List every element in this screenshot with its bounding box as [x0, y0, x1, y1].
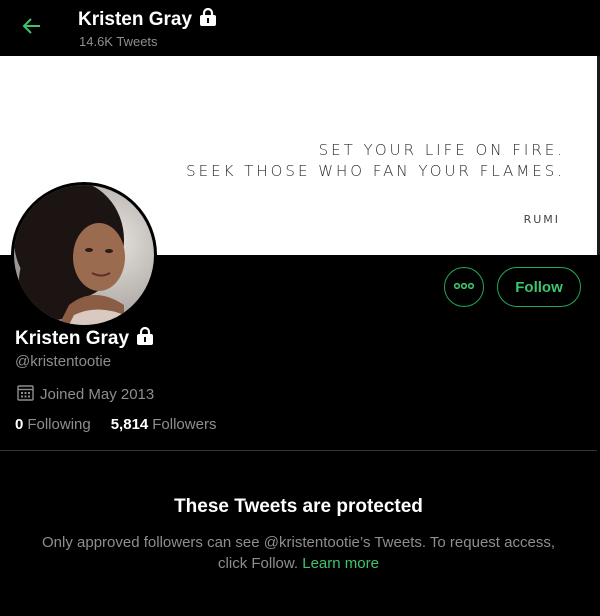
follow-button[interactable]: Follow [497, 267, 581, 307]
followers-count: 5,814 [110, 416, 149, 433]
protected-message: Only approved followers can see @kristen… [42, 534, 555, 572]
header-name: Kristen Gray [78, 9, 193, 30]
following-count: 0 [15, 416, 24, 433]
followers-link[interactable]: 5,814 Followers [111, 416, 217, 433]
protected-title: These Tweets are protected [174, 496, 423, 517]
more-options-button[interactable] [444, 267, 484, 307]
following-link[interactable]: 0 Following [15, 416, 91, 433]
profile-name: Kristen Gray [15, 328, 130, 349]
tweet-count: 14.6K Tweets [79, 34, 158, 49]
joined-date: Joined May 2013 [17, 384, 154, 405]
divider [0, 450, 597, 451]
learn-more-link[interactable]: Learn more [302, 555, 379, 572]
back-arrow-icon[interactable] [20, 14, 44, 38]
profile-handle: @kristentootie [15, 353, 112, 370]
following-label: Following [27, 416, 91, 433]
avatar[interactable] [11, 182, 157, 328]
joined-text: Joined May 2013 [40, 386, 155, 403]
header-title: Kristen Gray [78, 7, 218, 33]
follow-stats: 0 Following 5,814 Followers [15, 416, 216, 433]
lock-icon [198, 7, 218, 33]
more-options-icon [453, 278, 475, 296]
lock-icon [135, 326, 155, 352]
banner-quote: SET YOUR LIFE ON FIRE. SEEK THOSE WHO FA… [186, 141, 565, 180]
protected-message-block: Only approved followers can see @kristen… [28, 532, 569, 574]
followers-label: Followers [152, 416, 217, 433]
profile-name-row: Kristen Gray [15, 326, 155, 352]
calendar-icon [17, 384, 34, 405]
top-bar: Kristen Gray 14.6K Tweets [0, 0, 600, 56]
